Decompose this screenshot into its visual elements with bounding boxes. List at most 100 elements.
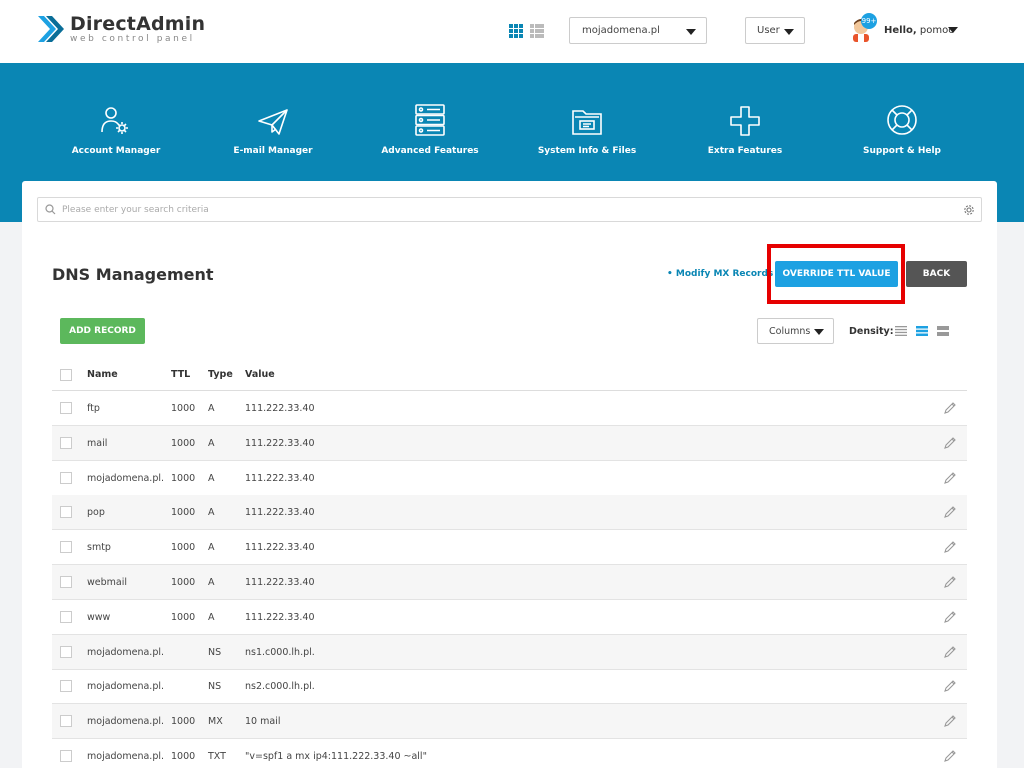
record-name: mojadomena.pl. (87, 716, 165, 728)
row-checkbox[interactable] (60, 750, 72, 762)
columns-dropdown[interactable]: Columns (757, 318, 834, 344)
nav-system-info-files[interactable]: System Info & Files (512, 104, 662, 156)
row-checkbox[interactable] (60, 645, 72, 658)
record-value: 111.222.33.40 (245, 472, 315, 484)
back-button[interactable]: BACK (906, 261, 967, 287)
server-icon (415, 104, 445, 136)
edit-pencil-icon[interactable] (943, 505, 957, 522)
density-compact-icon[interactable] (895, 326, 907, 336)
record-type: A (208, 472, 215, 484)
logo-chevron-icon (38, 16, 64, 42)
density-normal-icon[interactable] (916, 326, 928, 336)
edit-pencil-icon[interactable] (943, 401, 957, 418)
nav-extra-features[interactable]: Extra Features (670, 104, 820, 156)
record-value: 111.222.33.40 (245, 403, 315, 414)
chevron-down-icon (814, 329, 824, 335)
density-comfortable-icon[interactable] (937, 326, 949, 336)
edit-pencil-icon[interactable] (943, 679, 957, 696)
record-type: A (208, 577, 215, 588)
row-checkbox[interactable] (60, 471, 72, 484)
nav-support-help[interactable]: Support & Help (827, 104, 977, 156)
table-row[interactable]: www 1000 A 111.222.33.40 (52, 600, 967, 635)
row-checkbox[interactable] (60, 715, 72, 728)
row-checkbox[interactable] (60, 680, 72, 693)
user-level-value: User (757, 25, 780, 36)
modify-mx-records-link[interactable]: • Modify MX Records (667, 269, 773, 279)
record-type: A (208, 507, 215, 519)
record-name: mojadomena.pl. (87, 646, 165, 658)
table-row[interactable]: mojadomena.pl. 1000 A 111.222.33.40 (52, 461, 967, 496)
row-checkbox[interactable] (60, 541, 72, 554)
edit-pencil-icon[interactable] (943, 540, 957, 557)
table-row[interactable]: pop 1000 A 111.222.33.40 (52, 495, 967, 531)
row-checkbox[interactable] (60, 436, 72, 449)
list-view-icon[interactable] (530, 24, 544, 38)
row-checkbox[interactable] (60, 402, 72, 414)
record-name: mojadomena.pl. (87, 472, 165, 484)
column-header-ttl[interactable]: TTL (171, 364, 190, 386)
nav-advanced-features[interactable]: Advanced Features (355, 104, 505, 156)
table-row[interactable]: mojadomena.pl. 1000 TXT "v=spf1 a mx ip4:11… (52, 739, 967, 768)
lifebuoy-icon (887, 105, 917, 135)
edit-pencil-icon[interactable] (943, 575, 957, 592)
plus-icon (730, 106, 760, 136)
record-ttl: 1000 (171, 577, 196, 588)
grid-view-icon[interactable] (509, 24, 523, 38)
record-type: A (208, 611, 215, 623)
user-level-select[interactable]: User (745, 17, 805, 44)
record-type: A (208, 403, 215, 414)
column-header-name[interactable]: Name (87, 364, 118, 386)
row-checkbox[interactable] (60, 576, 72, 588)
record-ttl: 1000 (171, 403, 196, 414)
chevron-down-icon (784, 29, 794, 35)
record-value: 111.222.33.40 (245, 611, 315, 623)
paper-plane-icon (258, 109, 288, 135)
table-row[interactable]: mail 1000 A 111.222.33.40 (52, 425, 967, 461)
edit-pencil-icon[interactable] (943, 749, 957, 766)
logo[interactable]: DirectAdmin web control panel (36, 14, 205, 44)
gear-icon[interactable] (963, 204, 975, 216)
column-header-type[interactable]: Type (208, 364, 233, 386)
record-name: mail (87, 437, 108, 449)
domain-select-value: mojadomena.pl (582, 25, 660, 36)
page-title: DNS Management (52, 265, 214, 284)
record-ttl: 1000 (171, 716, 196, 728)
account-manager-icon (101, 107, 128, 134)
nav-email-manager[interactable]: E-mail Manager (198, 104, 348, 156)
folder-icon (572, 110, 602, 135)
table-row[interactable]: mojadomena.pl. NS ns2.c000.lh.pl. (52, 669, 967, 705)
record-value: "v=spf1 a mx ip4:111.222.33.40 ~all" (245, 751, 427, 762)
table-row[interactable]: webmail 1000 A 111.222.33.40 (52, 565, 967, 600)
table-row[interactable]: mojadomena.pl. NS ns1.c000.lh.pl. (52, 634, 967, 670)
user-greeting[interactable]: Hello, pomoc (884, 25, 954, 36)
edit-pencil-icon[interactable] (943, 436, 957, 453)
nav-label: E-mail Manager (233, 146, 313, 156)
chevron-down-icon[interactable] (948, 27, 958, 33)
record-name: pop (87, 507, 105, 519)
logo-subtitle: web control panel (70, 33, 195, 44)
record-ttl: 1000 (171, 437, 196, 449)
record-value: 111.222.33.40 (245, 507, 315, 519)
column-header-value[interactable]: Value (245, 364, 275, 386)
row-checkbox[interactable] (60, 610, 72, 623)
logo-title: DirectAdmin (70, 12, 206, 35)
record-type: A (208, 542, 215, 554)
select-all-checkbox[interactable] (60, 369, 72, 381)
nav-label: Extra Features (707, 146, 783, 156)
edit-pencil-icon[interactable] (943, 610, 957, 627)
domain-select[interactable]: mojadomena.pl (569, 17, 707, 44)
edit-pencil-icon[interactable] (943, 714, 957, 731)
edit-pencil-icon[interactable] (943, 645, 957, 662)
notification-badge[interactable]: 99+ (861, 13, 877, 29)
edit-pencil-icon[interactable] (943, 471, 957, 488)
search-input[interactable]: Please enter your search criteria (37, 197, 982, 222)
table-row[interactable]: ftp 1000 A 111.222.33.40 (52, 391, 967, 426)
search-icon (45, 204, 56, 215)
record-value: ns2.c000.lh.pl. (245, 681, 315, 693)
table-row[interactable]: mojadomena.pl. 1000 MX 10 mail (52, 704, 967, 740)
add-record-button[interactable]: ADD RECORD (60, 318, 145, 344)
table-row[interactable]: smtp 1000 A 111.222.33.40 (52, 530, 967, 566)
record-name: smtp (87, 542, 111, 554)
row-checkbox[interactable] (60, 506, 72, 519)
nav-account-manager[interactable]: Account Manager (41, 104, 191, 156)
